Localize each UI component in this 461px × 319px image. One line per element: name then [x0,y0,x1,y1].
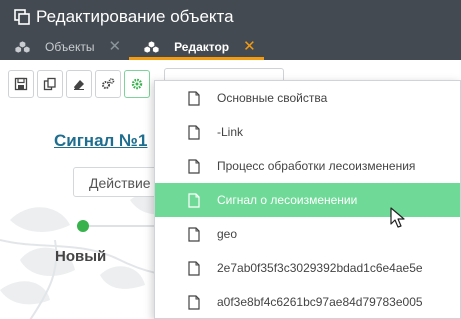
menu-item-geo[interactable]: geo [155,217,460,251]
eraser-icon [74,80,84,90]
menu-item-signal[interactable]: Сигнал о лесоизменении [155,183,460,217]
document-icon [188,192,200,208]
tab-objects[interactable]: Объекты ✕ [0,33,129,60]
copy-window-icon [14,8,30,25]
window-title: Редактирование объекта [36,6,234,26]
document-icon [188,158,200,174]
gear-icon [131,78,143,90]
tab-objects-close-icon[interactable]: ✕ [109,39,122,54]
menu-item-label: Процесс обработки лесоизменения [217,159,416,173]
signal-title-link[interactable]: Сигнал №1 [54,131,147,151]
menu-item-process[interactable]: Процесс обработки лесоизменения [155,149,460,183]
clear-button[interactable] [66,70,92,98]
document-icon [188,294,200,310]
menu-item-label: geo [217,227,238,241]
menu-item-hash-2[interactable]: a0f3e8bf4c6261bc97ae84d79783e005 [155,285,460,319]
document-icon [188,124,200,140]
document-icon [188,226,200,242]
mouse-cursor-icon [390,207,405,228]
tab-editor[interactable]: Редактор ✕ [129,33,264,60]
tab-bar: Объекты ✕ Редактор ✕ [0,33,461,60]
config-button[interactable] [124,70,150,98]
tab-editor-close-icon[interactable]: ✕ [243,39,256,54]
menu-item-label: Основные свойства [217,91,328,105]
save-button[interactable] [8,70,34,98]
copy-button[interactable] [37,70,63,98]
menu-item-hash-1[interactable]: 2e7ab0f35f3c3029392bdad1c6e4ae5e [155,251,460,285]
document-icon [188,90,200,106]
cubes-icon [15,40,30,53]
save-icon [14,77,28,91]
editor-toolbar [8,70,150,98]
status-label: Новый [55,248,107,265]
tab-objects-label: Объекты [45,39,95,54]
document-icon [188,260,200,276]
menu-item-label: 2e7ab0f35f3c3029392bdad1c6e4ae5e [217,261,423,275]
menu-item-label: -Link [217,125,244,139]
section-dropdown-menu: Основные свойства -Link Процесс обработк… [154,80,461,319]
menu-item-label: a0f3e8bf4c6261bc97ae84d79783e005 [217,295,423,309]
status-indicator [77,220,89,232]
copy-icon [43,77,56,91]
window-titlebar: Редактирование объекта [0,0,461,33]
gears-icon [102,78,115,89]
settings-button[interactable] [95,70,121,98]
cubes-icon [144,40,159,53]
tab-editor-label: Редактор [174,39,230,54]
menu-item-label: Сигнал о лесоизменении [217,193,358,207]
menu-item-link[interactable]: -Link [155,115,460,149]
menu-item-main-properties[interactable]: Основные свойства [155,81,460,115]
